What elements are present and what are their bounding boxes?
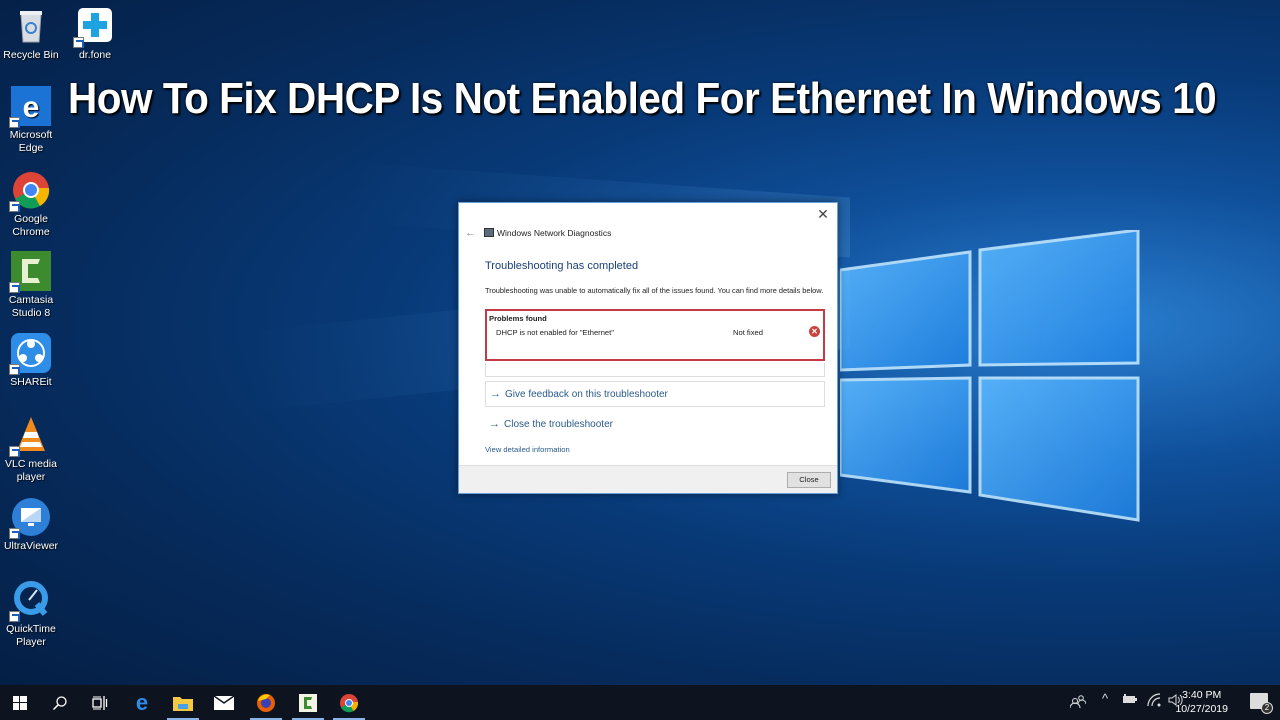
icon-label: QuickTime Player bbox=[6, 623, 56, 648]
desktop-icon-edge[interactable]: e Microsoft Edge bbox=[0, 86, 62, 155]
dialog-description: Troubleshooting was unable to automatica… bbox=[485, 286, 824, 295]
taskbar-firefox[interactable] bbox=[246, 685, 286, 720]
quicktime-icon bbox=[9, 580, 51, 622]
icon-label: Microsoft Edge bbox=[9, 129, 53, 154]
shortcut-arrow-icon bbox=[9, 282, 20, 293]
desktop-icon-shareit[interactable]: SHAREit bbox=[0, 333, 62, 389]
vlc-icon bbox=[9, 415, 51, 457]
taskbar-chrome[interactable] bbox=[329, 685, 369, 720]
windows-logo-wallpaper bbox=[840, 230, 1140, 522]
taskbar-clock[interactable]: 3:40 PM 10/27/2019 bbox=[1175, 688, 1228, 716]
dialog-title: Windows Network Diagnostics bbox=[497, 228, 612, 238]
network-diagnostics-icon bbox=[484, 228, 494, 237]
task-view-icon bbox=[92, 695, 108, 710]
drfone-icon bbox=[73, 6, 115, 48]
taskbar-file-explorer[interactable] bbox=[163, 685, 203, 720]
search-icon bbox=[52, 695, 67, 710]
desktop-icon-quicktime[interactable]: QuickTime Player bbox=[0, 580, 62, 649]
problem-item-status: Not fixed bbox=[733, 328, 763, 337]
firefox-icon bbox=[257, 693, 275, 712]
shortcut-arrow-icon bbox=[73, 37, 84, 48]
dialog-footer: Close bbox=[459, 465, 837, 493]
problems-found-title: Problems found bbox=[489, 314, 547, 323]
desktop-icon-drfone[interactable]: dr.fone bbox=[64, 6, 126, 62]
icon-label: VLC media player bbox=[5, 458, 57, 483]
give-feedback-link[interactable]: → Give feedback on this troubleshooter bbox=[485, 381, 825, 407]
close-icon[interactable]: ✕ bbox=[815, 206, 831, 222]
problems-list-separator bbox=[485, 363, 825, 377]
windows-start-icon bbox=[13, 695, 27, 710]
camtasia-icon bbox=[9, 251, 51, 293]
wifi-icon[interactable] bbox=[1146, 693, 1162, 710]
show-hidden-icons-chevron[interactable]: ^ bbox=[1102, 691, 1108, 706]
icon-label: Recycle Bin bbox=[3, 49, 59, 61]
desktop-icon-camtasia[interactable]: Camtasia Studio 8 bbox=[0, 251, 62, 320]
svg-text:e: e bbox=[23, 91, 40, 124]
taskbar-camtasia[interactable] bbox=[288, 685, 328, 720]
taskbar: e ^ 3:40 PM 10/27/2019 2 bbox=[0, 685, 1280, 720]
icon-label: UltraViewer bbox=[3, 540, 59, 552]
problem-item-name[interactable]: DHCP is not enabled for "Ethernet" bbox=[496, 328, 614, 337]
video-title-banner: How To Fix DHCP Is Not Enabled For Ether… bbox=[68, 74, 1217, 123]
close-button[interactable]: Close bbox=[787, 472, 831, 488]
close-troubleshooter-link[interactable]: → Close the troubleshooter bbox=[489, 418, 613, 430]
shortcut-arrow-icon bbox=[9, 117, 20, 128]
network-diagnostics-dialog: ✕ ← Windows Network Diagnostics Troubles… bbox=[458, 202, 838, 494]
shareit-icon bbox=[9, 333, 51, 375]
clock-time: 3:40 PM bbox=[1182, 689, 1222, 701]
shortcut-arrow-icon bbox=[9, 446, 20, 457]
view-detailed-information-link[interactable]: View detailed information bbox=[485, 445, 570, 454]
action-center-icon[interactable]: 2 bbox=[1250, 693, 1273, 714]
task-view-button[interactable] bbox=[80, 685, 120, 720]
search-button[interactable] bbox=[40, 685, 80, 720]
taskbar-edge[interactable]: e bbox=[122, 685, 162, 720]
problems-found-panel: Problems found DHCP is not enabled for "… bbox=[485, 309, 825, 361]
clock-date: 10/27/2019 bbox=[1175, 703, 1228, 715]
camtasia-icon bbox=[299, 693, 317, 712]
chrome-icon bbox=[340, 693, 359, 712]
arrow-right-icon: → bbox=[490, 388, 501, 400]
shortcut-arrow-icon bbox=[9, 528, 20, 539]
give-feedback-label: Give feedback on this troubleshooter bbox=[505, 389, 668, 400]
icon-label: Google Chrome bbox=[12, 213, 50, 238]
desktop-icon-vlc[interactable]: VLC media player bbox=[0, 415, 62, 484]
desktop-icon-recycle-bin[interactable]: Recycle Bin bbox=[0, 6, 62, 62]
start-button[interactable] bbox=[0, 685, 40, 720]
notification-count-badge: 2 bbox=[1261, 702, 1273, 714]
error-icon: ✕ bbox=[809, 326, 820, 337]
mail-icon bbox=[214, 695, 234, 710]
desktop-icon-ultraviewer[interactable]: UltraViewer bbox=[0, 497, 62, 553]
edge-icon: e bbox=[9, 86, 51, 128]
edge-icon: e bbox=[135, 689, 149, 715]
desktop-icons: Recycle Bin dr.fone e Microsoft Edge Goo… bbox=[0, 0, 130, 685]
shortcut-arrow-icon bbox=[9, 364, 20, 375]
system-tray: ^ 3:40 PM 10/27/2019 2 bbox=[1050, 685, 1280, 720]
folder-icon bbox=[173, 696, 193, 711]
icon-label: SHAREit bbox=[10, 376, 52, 388]
battery-icon[interactable] bbox=[1122, 693, 1138, 708]
close-troubleshooter-label: Close the troubleshooter bbox=[504, 419, 613, 430]
chrome-icon bbox=[9, 170, 51, 212]
icon-label: dr.fone bbox=[78, 49, 112, 61]
desktop-icon-chrome[interactable]: Google Chrome bbox=[0, 170, 62, 239]
shortcut-arrow-icon bbox=[9, 201, 20, 212]
arrow-right-icon: → bbox=[489, 418, 500, 430]
taskbar-mail[interactable] bbox=[204, 685, 244, 720]
shortcut-arrow-icon bbox=[9, 611, 20, 622]
back-arrow-icon[interactable]: ← bbox=[465, 227, 476, 239]
dialog-heading: Troubleshooting has completed bbox=[485, 260, 639, 272]
ultraviewer-icon bbox=[9, 497, 51, 539]
people-icon[interactable] bbox=[1069, 693, 1087, 712]
recycle-bin-icon bbox=[11, 6, 51, 46]
icon-label: Camtasia Studio 8 bbox=[8, 294, 54, 319]
